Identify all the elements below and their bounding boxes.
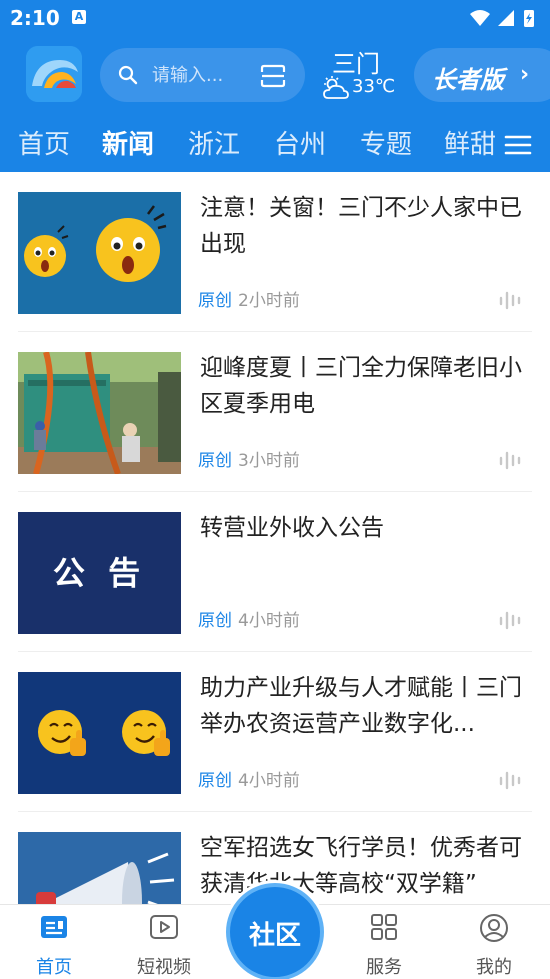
search-icon (118, 65, 138, 85)
nav-short-video[interactable]: 短视频 (124, 913, 204, 978)
tab-news[interactable]: 新闻 (102, 124, 154, 161)
news-title[interactable]: 注意！关窗！三门不少人家中已出现 (200, 190, 526, 262)
weather-widget[interactable]: 三门 33℃ (322, 44, 402, 104)
news-title[interactable]: 转营业外收入公告 (200, 510, 526, 546)
news-source: 原创 (198, 611, 232, 631)
tab-zhejiang[interactable]: 浙江 (188, 124, 240, 161)
nav-home[interactable]: 首页 (14, 913, 94, 978)
nav-community-button[interactable]: 社区 (226, 883, 324, 979)
menu-icon[interactable] (504, 134, 532, 156)
user-profile-icon (480, 914, 508, 942)
audio-play-icon[interactable] (498, 610, 522, 630)
megaphone-icon (18, 832, 181, 904)
search-input[interactable] (152, 62, 252, 88)
status-app-indicator: A (72, 10, 86, 24)
audio-play-icon[interactable] (498, 450, 522, 470)
nav-community-label: 社区 (248, 921, 301, 951)
notice-card-text: 公 告 (52, 554, 147, 592)
news-time: 4小时前 (238, 771, 300, 791)
transformer-photo-image (18, 352, 181, 474)
news-item[interactable]: 注意！关窗！三门不少人家中已出现 原创 2小时前 (0, 172, 550, 332)
status-time: 2:10 (10, 6, 60, 30)
scan-icon[interactable] (260, 64, 286, 88)
thumbs-up-emoji-icon (18, 672, 181, 794)
news-item[interactable]: 迎峰度夏丨三门全力保障老旧小区夏季用电 原创 3小时前 (0, 332, 550, 492)
news-title[interactable]: 迎峰度夏丨三门全力保障老旧小区夏季用电 (200, 350, 526, 422)
audio-play-icon[interactable] (498, 290, 522, 310)
tab-xiantian[interactable]: 鲜甜 (444, 124, 496, 161)
nav-mine-label: 我的 (476, 957, 512, 978)
search-bar[interactable] (100, 48, 305, 102)
news-item[interactable]: 公 告 转营业外收入公告 原创 4小时前 (0, 492, 550, 652)
weather-temperature: 33℃ (352, 76, 396, 97)
news-thumbnail (18, 672, 181, 794)
news-time: 2小时前 (238, 291, 300, 311)
news-meta: 原创 4小时前 (198, 606, 300, 631)
app-logo[interactable] (26, 46, 82, 102)
app-bar: 三门 33℃ 长者版 › (0, 44, 550, 106)
news-thumbnail (18, 192, 181, 314)
bottom-navigation: 首页 短视频 社区 服务 我的 (0, 883, 550, 979)
weather-city: 三门 (332, 50, 380, 78)
logo-icon (26, 46, 82, 102)
tab-special[interactable]: 专题 (360, 124, 412, 161)
shocked-emoji-icon (18, 192, 181, 314)
tab-taizhou[interactable]: 台州 (274, 124, 326, 161)
grid-services-icon (371, 914, 397, 940)
news-meta: 原创 3小时前 (198, 446, 300, 471)
nav-home-label: 首页 (36, 957, 72, 978)
news-source: 原创 (198, 291, 232, 311)
news-meta: 原创 4小时前 (198, 766, 300, 791)
elder-mode-label: 长者版 (432, 66, 504, 94)
news-meta: 原创 2小时前 (198, 286, 300, 311)
chevron-right-icon: › (520, 62, 530, 87)
partly-cloudy-icon (323, 76, 349, 99)
status-bar: 2:10 A (0, 0, 550, 36)
news-thumbnail: 公 告 (18, 512, 181, 634)
home-news-icon (41, 916, 67, 938)
nav-short-video-label: 短视频 (137, 957, 191, 978)
status-icons (470, 10, 534, 27)
nav-services[interactable]: 服务 (344, 913, 424, 978)
news-thumbnail (18, 832, 181, 904)
channel-tabs: 首页 新闻 浙江 台州 专题 鲜甜 (0, 118, 550, 168)
news-source: 原创 (198, 771, 232, 791)
news-time: 4小时前 (238, 611, 300, 631)
news-source: 原创 (198, 451, 232, 471)
nav-mine[interactable]: 我的 (454, 913, 534, 978)
tab-home[interactable]: 首页 (18, 124, 70, 161)
video-play-icon (150, 915, 178, 939)
news-thumbnail (18, 352, 181, 474)
nav-services-label: 服务 (366, 957, 402, 978)
news-item[interactable]: 助力产业升级与人才赋能丨三门举办农资运营产业数字化... 原创 4小时前 (0, 652, 550, 812)
elder-mode-button[interactable]: 长者版 › (414, 48, 550, 102)
news-title[interactable]: 助力产业升级与人才赋能丨三门举办农资运营产业数字化... (200, 670, 526, 742)
top-header: 2:10 A 请输入... 三门 33℃ 长者版 › 首页 新闻 浙江 台州 专… (0, 0, 550, 172)
audio-play-icon[interactable] (498, 770, 522, 790)
news-time: 3小时前 (238, 451, 300, 471)
news-list: 注意！关窗！三门不少人家中已出现 原创 2小时前 迎峰度夏丨三门全力保障老旧小区… (0, 172, 550, 904)
